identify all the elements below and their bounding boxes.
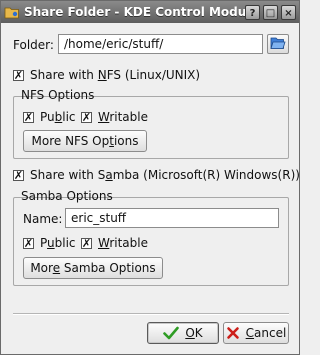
samba-name-field[interactable]: eric_stuff: [65, 208, 279, 228]
nfs-public-label: Public: [40, 110, 76, 124]
nfs-writable-checkbox[interactable]: ✗ Writable: [81, 110, 148, 124]
samba-options-title: Samba Options: [21, 189, 113, 203]
samba-public-label: Public: [40, 236, 76, 250]
folder-path-field[interactable]: /home/eric/stuff/: [58, 34, 263, 54]
nfs-writable-label: Writable: [98, 110, 148, 124]
samba-writable-label: Writable: [98, 236, 148, 250]
maximize-button[interactable]: □: [263, 4, 278, 20]
samba-writable-check-mark: ✗: [81, 236, 92, 250]
more-nfs-options-button[interactable]: More NFS Options: [23, 130, 147, 152]
help-button[interactable]: ?: [245, 4, 260, 20]
share-samba-label: Share with Samba (Microsoft(R) Windows(R…: [30, 168, 300, 182]
nfs-public-checkbox[interactable]: ✗ Public: [23, 110, 76, 124]
share-nfs-label: Share with NFS (Linux/UNIX): [30, 68, 201, 82]
samba-writable-checkbox[interactable]: ✗ Writable: [81, 236, 148, 250]
button-separator: [13, 313, 289, 315]
browse-folder-button[interactable]: [267, 34, 289, 54]
nfs-options-title: NFS Options: [21, 88, 95, 102]
share-nfs-checkbox[interactable]: ✗ Share with NFS (Linux/UNIX): [13, 68, 200, 82]
ok-button[interactable]: OK: [147, 322, 219, 344]
more-samba-options-label: More Samba Options: [30, 261, 156, 275]
cancel-label: Cancel: [245, 326, 287, 340]
more-nfs-options-label: More NFS Options: [31, 134, 139, 148]
share-folder-dialog: Share Folder - KDE Control Module ? □ × …: [0, 0, 300, 355]
checkmark-icon: [163, 326, 180, 340]
more-samba-options-button[interactable]: More Samba Options: [23, 257, 163, 279]
nfs-writable-check-mark: ✗: [81, 110, 92, 124]
window-title: Share Folder - KDE Control Module: [24, 5, 245, 19]
share-samba-check-mark: ✗: [13, 168, 24, 182]
samba-public-checkbox[interactable]: ✗ Public: [23, 236, 76, 250]
samba-public-check-mark: ✗: [23, 236, 34, 250]
share-samba-checkbox[interactable]: ✗ Share with Samba (Microsoft(R) Windows…: [13, 168, 300, 182]
cancel-icon: [226, 326, 240, 340]
folder-label: Folder:: [13, 38, 54, 52]
cancel-button[interactable]: Cancel: [223, 322, 289, 344]
share-folder-icon: [4, 4, 20, 20]
ok-label: OK: [185, 326, 203, 340]
nfs-public-check-mark: ✗: [23, 110, 34, 124]
title-bar[interactable]: Share Folder - KDE Control Module ? □ ×: [1, 1, 299, 23]
close-button[interactable]: ×: [281, 4, 296, 20]
share-nfs-check-mark: ✗: [13, 68, 24, 82]
samba-name-label: Name:: [23, 212, 63, 226]
folder-open-icon: [270, 36, 286, 53]
